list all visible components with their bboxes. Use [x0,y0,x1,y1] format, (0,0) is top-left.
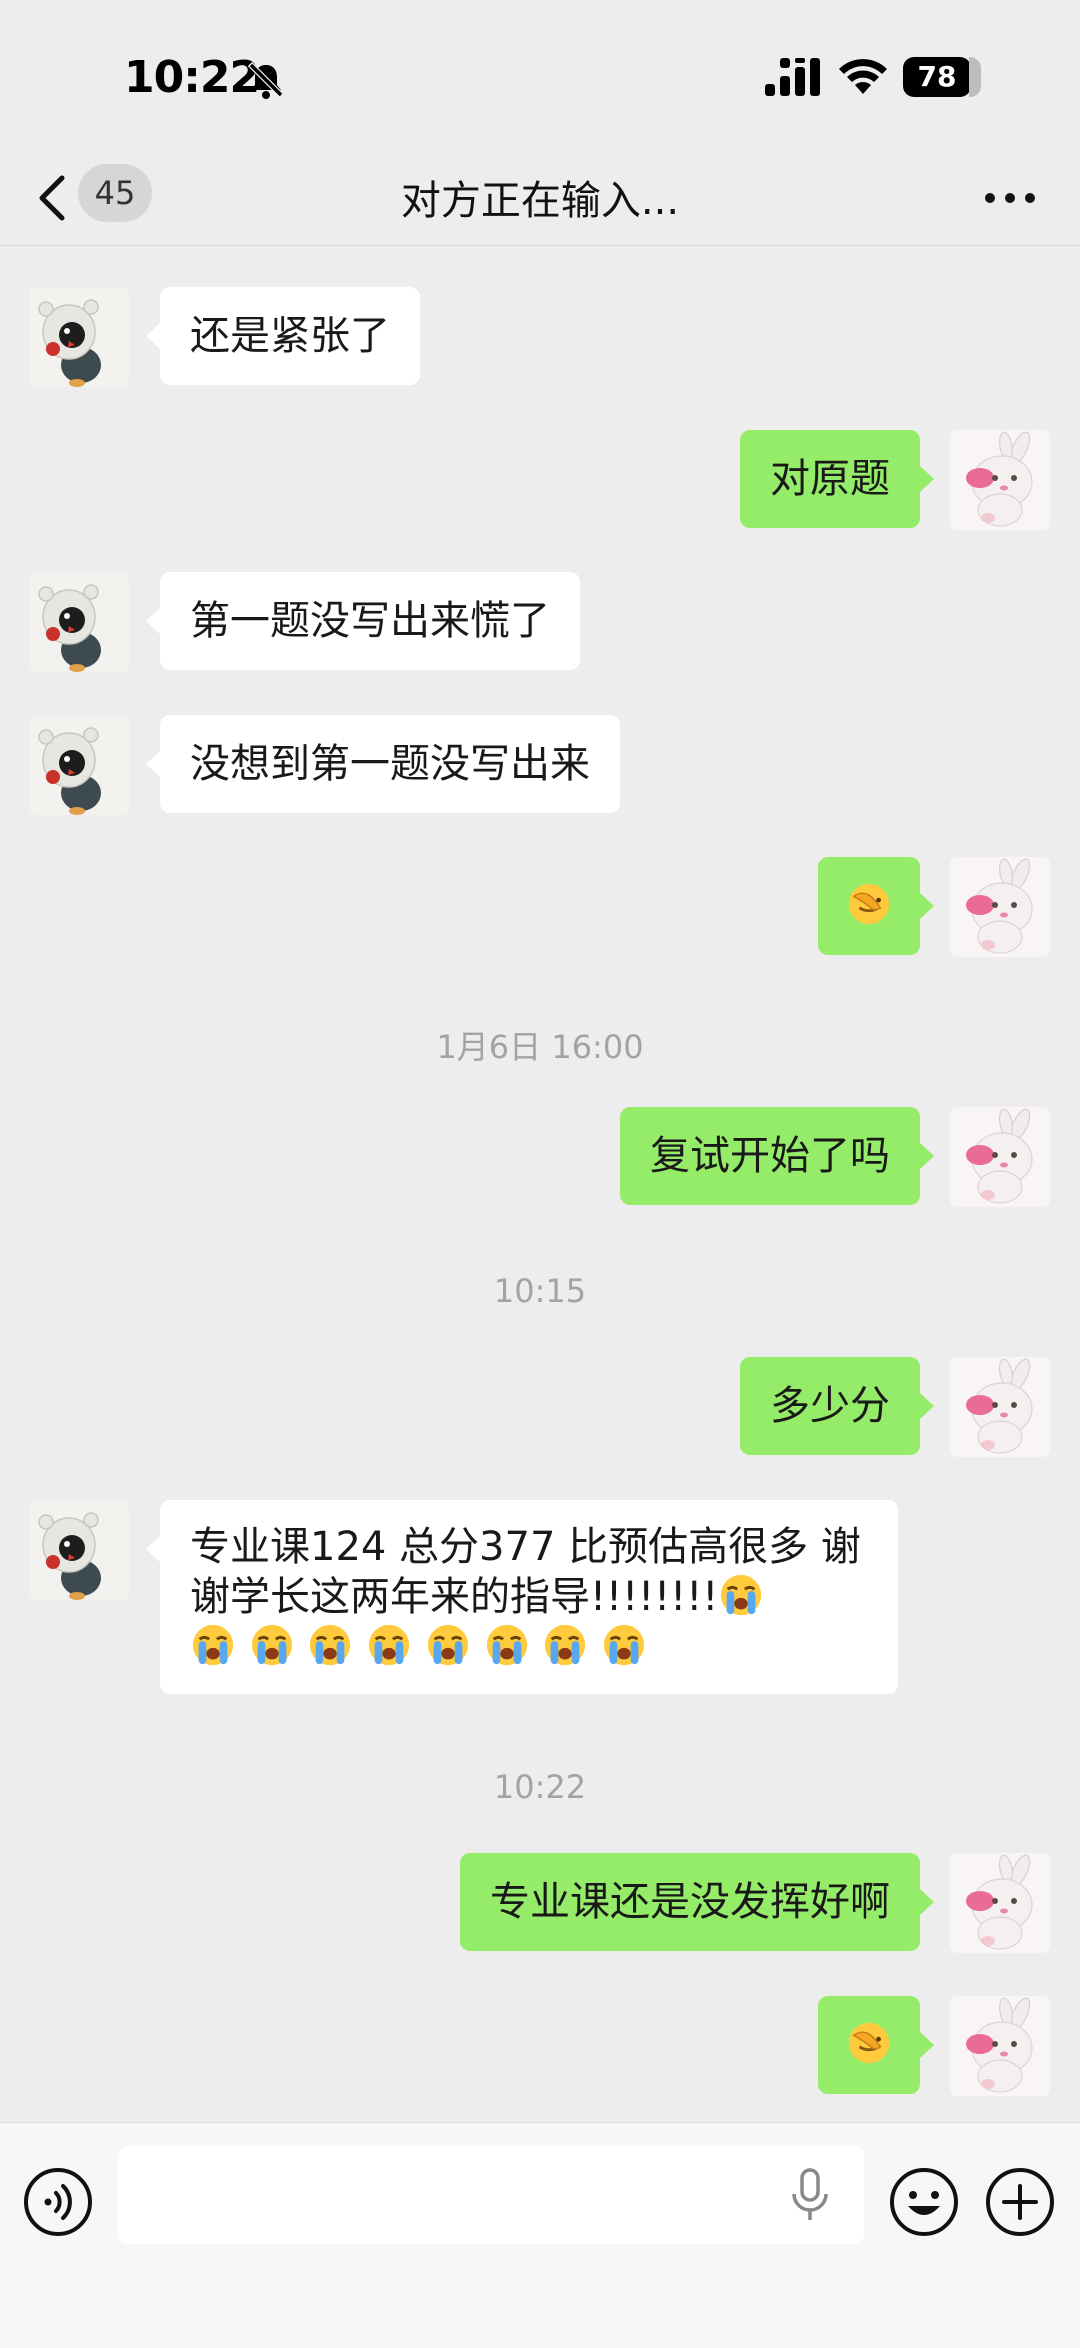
battery-level: 78 [917,60,957,93]
message-bubble-outgoing[interactable] [818,1996,934,2094]
message-bubble-incoming[interactable]: 第一题没写出来慌了 [146,572,580,670]
bunny-avatar[interactable] [950,1107,1050,1207]
chat-title: 对方正在输入... [400,178,680,224]
emoji-row [190,1622,868,1672]
battery-icon: 78 [903,57,981,97]
chevron-left-icon[interactable] [30,168,80,228]
message-text: 谢学长这两年来的指导!!!!!!!! [190,1574,719,1620]
loudly-crying-emoji [366,1622,412,1668]
loudly-crying-emoji [718,1572,764,1618]
message-bubble-incoming[interactable]: 专业课124 总分377 比预估高很多 谢 谢学长这两年来的指导!!!!!!!! [146,1500,898,1694]
loudly-crying-emoji [249,1622,295,1668]
message-list[interactable]: 还是紧张了 对原题 第一题没写出来慌了 没想到第一题没写出来 1月6日 16:0… [0,246,1080,2122]
loudly-crying-emoji [307,1622,353,1668]
message-bubble-outgoing[interactable]: 复试开始了吗 [620,1107,934,1205]
smiley-icon[interactable] [888,2166,960,2238]
message-bubble-outgoing[interactable]: 多少分 [740,1357,934,1455]
penguin-avatar[interactable] [29,287,129,387]
status-time: 10:22 [124,52,260,103]
loudly-crying-emoji [601,1622,647,1668]
bunny-avatar[interactable] [950,1357,1050,1457]
input-bar [0,2122,1080,2348]
loudly-crying-emoji [542,1622,588,1668]
loudly-crying-emoji [484,1622,530,1668]
bunny-avatar[interactable] [950,430,1050,530]
chat-header: 45 对方正在输入... [0,150,1080,246]
bunny-avatar[interactable] [950,857,1050,957]
face-palm-emoji [846,881,892,927]
message-bubble-incoming[interactable]: 还是紧张了 [146,287,420,385]
unread-count-badge[interactable]: 45 [78,164,152,222]
face-palm-emoji [846,2020,892,2066]
timestamp: 10:15 [493,1272,587,1310]
bell-slash-icon [247,61,285,99]
bunny-avatar[interactable] [950,1996,1050,2096]
microphone-icon[interactable] [788,2168,832,2224]
plus-icon[interactable] [984,2166,1056,2238]
voice-icon[interactable] [22,2166,94,2238]
message-text-line: 专业课124 总分377 比预估高很多 谢 [190,1524,861,1570]
bunny-avatar[interactable] [950,1853,1050,1953]
wifi-icon [839,59,887,94]
message-text-line: 谢学长这两年来的指导!!!!!!!! [190,1572,868,1622]
message-bubble-outgoing[interactable]: 专业课还是没发挥好啊 [460,1853,934,1951]
penguin-avatar[interactable] [29,715,129,815]
more-dots-icon[interactable] [980,180,1040,216]
message-bubble-outgoing[interactable] [818,857,934,955]
message-bubble-incoming[interactable]: 没想到第一题没写出来 [146,715,620,813]
signal-icon [765,58,820,96]
loudly-crying-emoji [425,1622,471,1668]
status-bar: 10:22 78 [0,0,1080,150]
timestamp: 10:22 [493,1768,587,1806]
timestamp: 1月6日 16:00 [436,1028,644,1066]
loudly-crying-emoji [190,1622,236,1668]
message-bubble-outgoing[interactable]: 对原题 [740,430,934,528]
message-input[interactable] [118,2146,864,2244]
penguin-avatar[interactable] [29,572,129,672]
penguin-avatar[interactable] [29,1500,129,1600]
